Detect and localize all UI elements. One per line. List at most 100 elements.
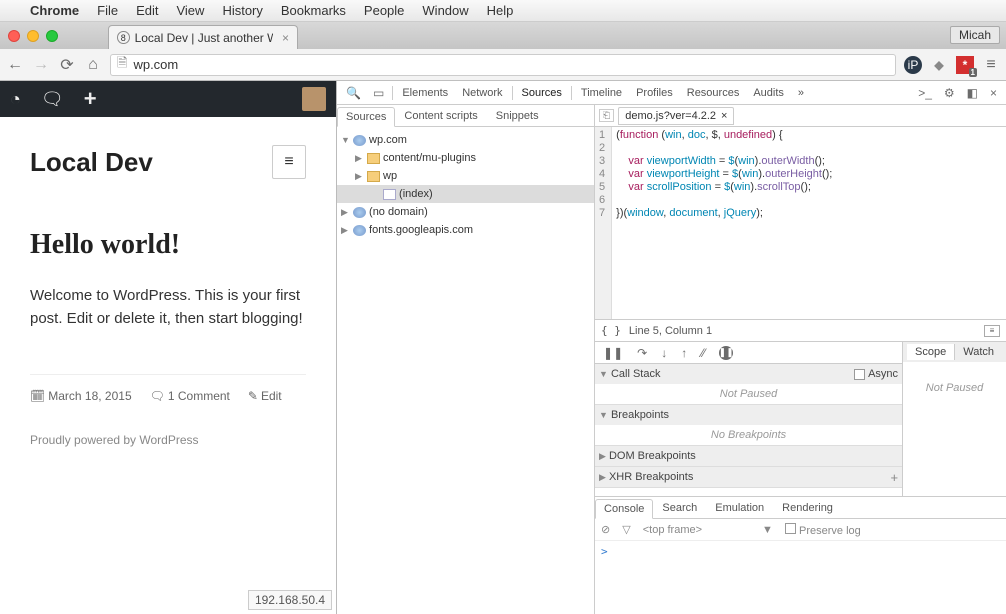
device-mode-icon[interactable]: ▭ (368, 86, 389, 100)
toolbar: ← → ⟳ ⌂ 🗎 wp.com iP ◆ *1 ≡ (0, 49, 1006, 81)
subtab-snippets[interactable]: Snippets (487, 106, 548, 126)
close-icon[interactable]: × (721, 110, 727, 122)
post-comments-link[interactable]: 🗨1 Comment (150, 389, 230, 403)
filter-icon[interactable]: ▽ (622, 523, 630, 536)
wp-admin-bar: ◔ 🗨 + (0, 81, 336, 117)
deactivate-bp-icon[interactable]: ⁄⁄ (701, 346, 705, 360)
wp-dashboard-icon[interactable]: ◔ (10, 89, 21, 110)
pause-icon[interactable]: ❚❚ (603, 346, 623, 360)
tab-timeline[interactable]: Timeline (575, 83, 628, 103)
extension-lastpass-icon[interactable]: *1 (956, 56, 974, 74)
settings-gear-icon[interactable]: ⚙ (939, 86, 960, 100)
devtools-close-icon[interactable]: × (985, 86, 1002, 100)
console-body[interactable]: > (595, 541, 1006, 614)
chrome-menu-icon[interactable]: ≡ (982, 56, 1000, 74)
url-text: wp.com (133, 57, 178, 72)
callstack-header[interactable]: ▼Call StackAsync (595, 364, 902, 384)
forward-icon[interactable]: → (32, 56, 50, 74)
callstack-body: Not Paused (595, 384, 902, 404)
window-minimize-icon[interactable] (27, 30, 39, 42)
tab-sources[interactable]: Sources (516, 83, 568, 103)
post-edit-link[interactable]: ✎Edit (248, 389, 282, 403)
code-lines[interactable]: (function (win, doc, $, undefined) { var… (612, 127, 836, 319)
tab-resources[interactable]: Resources (681, 83, 746, 103)
tab-network[interactable]: Network (456, 83, 508, 103)
subtab-content-scripts[interactable]: Content scripts (395, 106, 486, 126)
step-over-icon[interactable]: ↷ (637, 346, 647, 360)
step-into-icon[interactable]: ↓ (661, 346, 667, 360)
pause-exceptions-icon[interactable]: ❚❚ (719, 346, 733, 360)
breakpoints-header[interactable]: ▼Breakpoints (595, 405, 902, 425)
step-out-icon[interactable]: ↑ (681, 346, 687, 360)
post-title[interactable]: Hello world! (30, 229, 306, 261)
menu-file[interactable]: File (97, 3, 118, 18)
editor-tabs: ⎗ demo.js?ver=4.2.2× (595, 105, 1006, 127)
tab-scope[interactable]: Scope (907, 344, 955, 360)
tab-elements[interactable]: Elements (396, 83, 454, 103)
menu-view[interactable]: View (176, 3, 204, 18)
tab-profiles[interactable]: Profiles (630, 83, 679, 103)
tab-close-icon[interactable]: × (282, 31, 289, 45)
drawer-tab-search[interactable]: Search (653, 498, 706, 518)
tree-folder[interactable]: ▶content/mu-plugins (337, 149, 594, 167)
editor-nav-icon[interactable]: ⎗ (599, 109, 614, 122)
calendar-icon: 🗓 (30, 389, 45, 403)
reload-icon[interactable]: ⟳ (58, 55, 76, 75)
menu-history[interactable]: History (222, 3, 262, 18)
extension-ip-icon[interactable]: iP (904, 56, 922, 74)
tree-folder[interactable]: ▶wp (337, 167, 594, 185)
tree-file[interactable]: (index) (337, 185, 594, 203)
editor-dropdown-icon[interactable]: ≡ (984, 325, 1000, 337)
back-icon[interactable]: ← (6, 56, 24, 74)
profile-button[interactable]: Micah (950, 26, 1000, 44)
xhr-bp-header[interactable]: ▶XHR Breakpoints+ (595, 467, 902, 487)
code-editor[interactable]: 1234567 (function (win, doc, $, undefine… (595, 127, 1006, 319)
sources-editor-panel: ⎗ demo.js?ver=4.2.2× 1234567 (function (… (595, 105, 1006, 614)
frame-selector[interactable]: <top frame>▼ (643, 524, 773, 536)
post-meta: 🗓March 18, 2015 🗨1 Comment ✎Edit (30, 374, 306, 403)
menu-people[interactable]: People (364, 3, 404, 18)
menu-help[interactable]: Help (487, 3, 514, 18)
add-xhr-bp-icon[interactable]: + (890, 470, 898, 485)
extension-pocket-icon[interactable]: ◆ (930, 56, 948, 74)
browser-tab[interactable]: 8 Local Dev | Just another W × (108, 25, 298, 49)
tabs-overflow-icon[interactable]: » (792, 83, 810, 103)
dom-bp-header[interactable]: ▶DOM Breakpoints (595, 446, 902, 466)
subtab-sources[interactable]: Sources (337, 107, 395, 127)
window-zoom-icon[interactable] (46, 30, 58, 42)
menu-edit[interactable]: Edit (136, 3, 158, 18)
preserve-log-checkbox[interactable] (785, 523, 796, 534)
window-close-icon[interactable] (8, 30, 20, 42)
drawer-tab-emulation[interactable]: Emulation (706, 498, 773, 518)
tree-domain[interactable]: ▶(no domain) (337, 203, 594, 221)
clear-console-icon[interactable]: ⊘ (601, 523, 610, 536)
editor-file-tab[interactable]: demo.js?ver=4.2.2× (618, 107, 734, 125)
site-menu-icon[interactable]: ≡ (272, 145, 306, 179)
show-console-icon[interactable]: >_ (913, 86, 937, 100)
home-icon[interactable]: ⌂ (84, 56, 102, 74)
wp-avatar-icon[interactable] (302, 87, 326, 111)
tab-title: Local Dev | Just another W (135, 31, 273, 45)
menubar-app[interactable]: Chrome (30, 3, 79, 18)
site-title[interactable]: Local Dev (30, 147, 153, 178)
address-bar[interactable]: 🗎 wp.com (110, 54, 896, 76)
menu-bookmarks[interactable]: Bookmarks (281, 3, 346, 18)
site-footer[interactable]: Proudly powered by WordPress (30, 433, 306, 447)
drawer-tab-rendering[interactable]: Rendering (773, 498, 842, 518)
tab-audits[interactable]: Audits (747, 83, 790, 103)
globe-icon (353, 207, 366, 218)
tree-domain[interactable]: ▼wp.com (337, 131, 594, 149)
inspect-icon[interactable]: 🔍 (341, 86, 366, 100)
wp-new-icon[interactable]: + (84, 86, 97, 112)
file-tree[interactable]: ▼wp.com ▶content/mu-plugins ▶wp (index) … (337, 127, 594, 614)
post-date: 🗓March 18, 2015 (30, 389, 132, 403)
pretty-print-icon[interactable]: { } (601, 324, 621, 337)
tab-watch[interactable]: Watch (955, 344, 1002, 360)
globe-icon (353, 135, 366, 146)
menu-window[interactable]: Window (422, 3, 468, 18)
async-checkbox[interactable] (854, 369, 865, 380)
drawer-tab-console[interactable]: Console (595, 499, 653, 519)
tree-domain[interactable]: ▶fonts.googleapis.com (337, 221, 594, 239)
wp-comments-icon[interactable]: 🗨 (41, 89, 64, 110)
dock-side-icon[interactable]: ◧ (962, 86, 983, 100)
